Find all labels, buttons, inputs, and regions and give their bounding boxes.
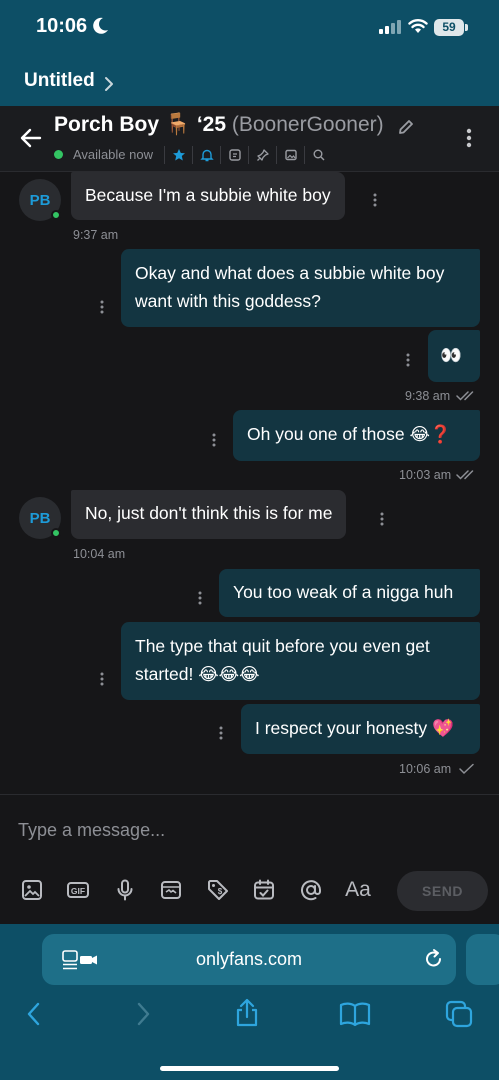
message-text-line: started! 😂😂😂 — [135, 664, 260, 684]
mention-icon[interactable] — [298, 877, 324, 903]
message-bubble-outgoing[interactable]: You too weak of a nigga huh — [219, 569, 480, 617]
message-text-line: Okay and what does a subbie white boy — [135, 263, 445, 283]
tabs-icon[interactable] — [445, 1000, 473, 1028]
gallery-icon[interactable] — [276, 146, 304, 164]
status-time: 10:06 — [36, 15, 88, 37]
online-status-dot — [51, 528, 61, 538]
message-bubble-incoming[interactable]: Because I'm a subbie white boy — [71, 172, 345, 220]
message-bubble-outgoing[interactable]: Okay and what does a subbie white boy wa… — [121, 249, 480, 327]
bell-icon[interactable] — [192, 146, 220, 164]
message-bubble-outgoing[interactable]: I respect your honesty 💖 — [241, 704, 480, 754]
status-bar: 10:06 59 — [0, 0, 499, 58]
wifi-icon — [408, 19, 428, 33]
signal-icon — [379, 20, 401, 34]
chevron-right-icon[interactable] — [103, 74, 115, 94]
message-options-icon[interactable] — [198, 591, 202, 605]
reload-icon[interactable] — [423, 948, 445, 970]
next-tab-preview[interactable] — [466, 934, 499, 985]
message-input[interactable] — [18, 817, 478, 843]
svg-text:$: $ — [218, 887, 223, 896]
url-text: onlyfans.com — [195, 949, 303, 969]
header-actions — [164, 146, 332, 164]
message-bubble-outgoing[interactable]: 👀 — [428, 330, 480, 382]
battery-nub — [465, 24, 468, 31]
share-icon[interactable] — [234, 998, 260, 1028]
note-icon[interactable] — [220, 146, 248, 164]
read-receipt-icon — [456, 391, 474, 401]
back-chevron-icon[interactable] — [26, 1001, 42, 1027]
message-text: 👀 — [440, 345, 462, 365]
message-timestamp: 9:37 am — [73, 228, 119, 242]
message-options-icon[interactable] — [100, 672, 104, 686]
bookmarks-icon[interactable] — [339, 1001, 371, 1027]
read-receipt-icon — [456, 470, 474, 480]
star-icon[interactable] — [164, 146, 192, 164]
avatar-initials: PB — [29, 191, 51, 209]
send-button[interactable]: SEND — [397, 871, 488, 911]
pencil-icon[interactable] — [397, 118, 415, 136]
availability-status: Available now — [73, 147, 153, 162]
message-bubble-incoming[interactable]: No, just don't think this is for me — [71, 490, 347, 539]
forward-chevron-icon[interactable] — [135, 1001, 151, 1027]
gif-icon[interactable]: GIF — [65, 877, 91, 903]
message-thread[interactable]: PB Because I'm a subbie white boy 9:37 a… — [0, 172, 499, 794]
online-status-dot — [51, 210, 61, 220]
delivered-check-icon — [459, 763, 474, 775]
message-timestamp: 10:06 am — [399, 762, 452, 776]
message-composer: GIF $ Aa SEND — [0, 794, 499, 924]
message-options-icon[interactable] — [380, 512, 384, 526]
message-options-icon[interactable] — [406, 353, 410, 367]
image-icon[interactable] — [19, 877, 45, 903]
message-text: Oh you one of those 😂❓ — [247, 424, 452, 444]
message-text: No, just don't think this is for me — [85, 503, 333, 523]
context-title[interactable]: Untitled — [24, 70, 95, 92]
more-options-icon[interactable] — [466, 128, 472, 148]
gif-label: GIF — [71, 886, 85, 896]
message-options-icon[interactable] — [212, 433, 216, 447]
search-icon[interactable] — [304, 146, 332, 164]
avatar[interactable]: PB — [19, 497, 61, 539]
message-options-icon[interactable] — [100, 300, 104, 314]
context-bar: Untitled — [0, 58, 499, 106]
home-indicator[interactable] — [160, 1066, 339, 1071]
browser-toolbar: onlyfans.com — [0, 924, 499, 1080]
battery-level: 59 — [442, 20, 456, 34]
message-bubble-outgoing[interactable]: The type that quit before you even get s… — [121, 622, 480, 700]
moon-icon — [93, 17, 108, 34]
avatar[interactable]: PB — [19, 179, 61, 221]
contact-display-name: Porch Boy 🪑 ‘25 — [54, 113, 227, 136]
message-text: I respect your honesty 💖 — [255, 718, 454, 738]
message-timestamp: 10:04 am — [73, 547, 126, 561]
avatar-initials: PB — [29, 509, 51, 527]
online-status-dot — [54, 150, 63, 159]
chat-header: Porch Boy 🪑 ‘25 (BoonerGooner) Available… — [0, 106, 499, 172]
schedule-icon[interactable] — [251, 877, 277, 903]
message-bubble-outgoing[interactable]: Oh you one of those 😂❓ — [233, 410, 480, 461]
back-arrow-icon[interactable] — [20, 127, 42, 149]
address-bar[interactable]: onlyfans.com — [42, 934, 456, 985]
message-timestamp: 10:03 am — [399, 468, 452, 482]
text-format-icon[interactable]: Aa — [343, 877, 373, 903]
message-options-icon[interactable] — [373, 193, 377, 207]
contact-handle: (BoonerGooner) — [231, 113, 384, 136]
text-format-label: Aa — [345, 878, 371, 901]
battery-icon: 59 — [434, 19, 464, 36]
message-text: You too weak of a nigga huh — [233, 582, 454, 602]
message-text-line: want with this goddess? — [135, 291, 321, 311]
message-timestamp: 9:38 am — [405, 389, 451, 403]
message-text-line: The type that quit before you even get — [135, 636, 430, 656]
pin-icon[interactable] — [248, 146, 276, 164]
message-text: Because I'm a subbie white boy — [85, 185, 331, 205]
message-options-icon[interactable] — [219, 726, 223, 740]
price-tag-icon[interactable]: $ — [205, 877, 231, 903]
contact-name[interactable]: Porch Boy 🪑 ‘25 (BoonerGooner) — [54, 113, 384, 137]
microphone-icon[interactable] — [112, 877, 138, 903]
vault-icon[interactable] — [158, 877, 184, 903]
